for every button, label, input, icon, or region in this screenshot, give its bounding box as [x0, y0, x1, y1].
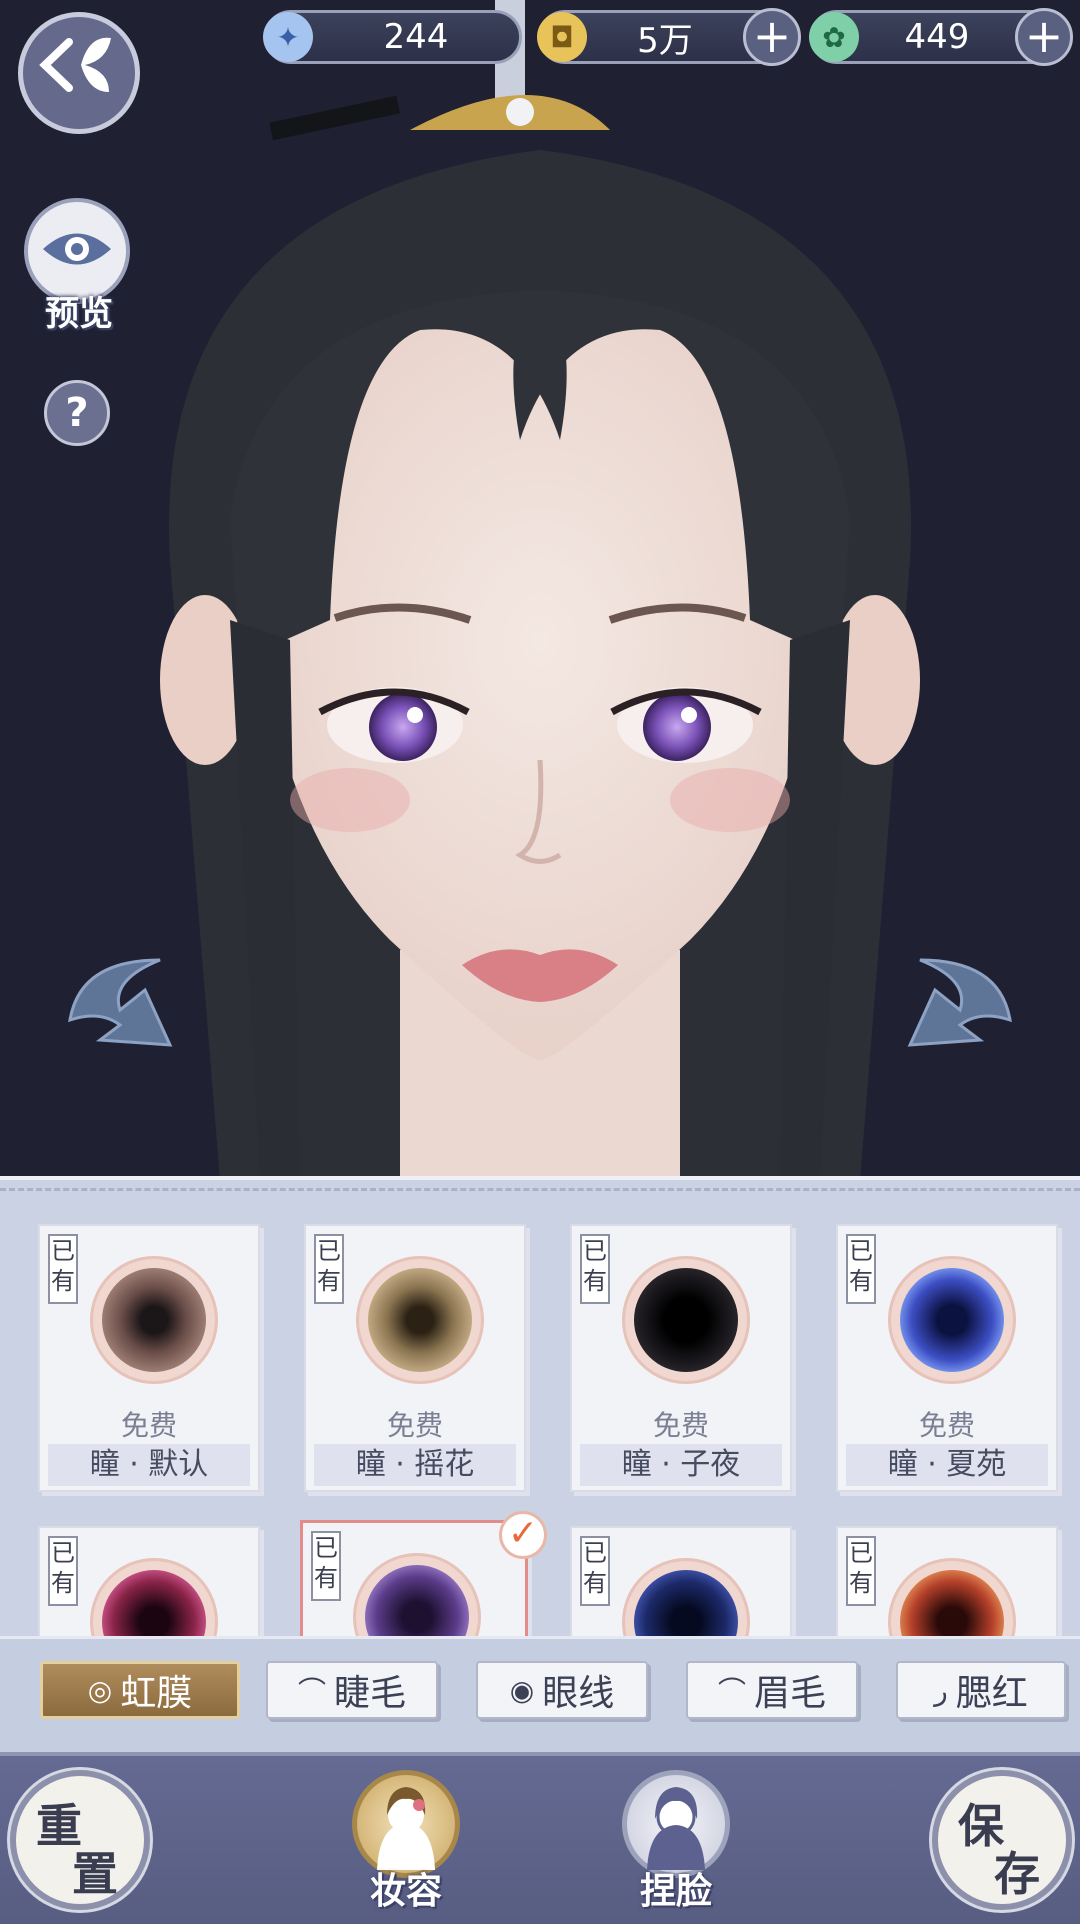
makeup-mode-label: 妆容 — [369, 1871, 442, 1912]
tab-eyeliner[interactable]: ◉ 眼线 — [476, 1661, 648, 1719]
iris-swatch-icon — [365, 1565, 469, 1640]
feather-gem-icon: ✦ — [263, 12, 313, 62]
item-name: 瞳 · 摇花 — [314, 1444, 516, 1486]
tab-label: 眼线 — [542, 1673, 615, 1714]
eyebrow-icon: ⌒ — [717, 1675, 746, 1708]
tab-eyebrow[interactable]: ⌒ 眉毛 — [686, 1661, 858, 1719]
iris-card[interactable]: 已有 — [38, 1526, 260, 1640]
iris-card[interactable]: 已有 免费 瞳 · 默认 — [38, 1224, 260, 1492]
iris-swatch-icon — [900, 1570, 1004, 1640]
eye-icon: ◉ — [509, 1673, 535, 1707]
iris-swatch-icon — [634, 1268, 738, 1372]
tab-iris[interactable]: ◎ 虹膜 — [40, 1661, 240, 1719]
save-char-2: 存 — [994, 1847, 1040, 1901]
owned-tag: 已有 — [580, 1536, 610, 1606]
selected-check-icon: ✓ — [499, 1511, 547, 1559]
iris-item-panel[interactable]: 已有 免费 瞳 · 默认 已有 免费 瞳 · 摇花 已有 免费 瞳 · 子夜 已… — [0, 1176, 1080, 1640]
item-price: 免费 — [386, 1409, 443, 1442]
eyelash-icon: ⌒ — [297, 1675, 326, 1708]
help-button[interactable]: ? — [44, 380, 110, 446]
question-icon: ? — [65, 390, 89, 436]
iris-swatch-icon — [900, 1268, 1004, 1372]
preview-label: 预览 — [45, 294, 113, 334]
tab-blush[interactable]: ر 腮红 — [896, 1661, 1066, 1719]
reset-char-2: 置 — [72, 1847, 118, 1901]
currency-feather: ✦ 244 — [263, 10, 522, 64]
iris-swatch-icon — [102, 1268, 206, 1372]
makeup-woman-icon — [377, 1787, 435, 1870]
owned-tag: 已有 — [311, 1531, 341, 1601]
add-coin-button[interactable]: + — [743, 8, 801, 66]
owned-tag: 已有 — [846, 1536, 876, 1606]
copper-coin-icon: ◘ — [537, 12, 587, 62]
currency-jade: ✿ 449 + — [809, 8, 1073, 66]
currency-jade-value: 449 — [904, 17, 970, 57]
butterfly-back-icon — [39, 30, 119, 116]
item-name: 瞳 · 夏苑 — [846, 1444, 1048, 1486]
iris-swatch-icon — [368, 1268, 472, 1372]
rotate-right-button[interactable] — [890, 950, 1030, 1060]
owned-tag: 已有 — [846, 1234, 876, 1304]
item-name: 瞳 · 默认 — [48, 1444, 250, 1486]
owned-tag: 已有 — [314, 1234, 344, 1304]
item-price: 免费 — [120, 1409, 177, 1442]
currency-feather-value: 244 — [383, 17, 449, 57]
jade-token-icon: ✿ — [809, 12, 859, 62]
item-price: 免费 — [918, 1409, 975, 1442]
tab-label: 睫毛 — [334, 1673, 407, 1714]
makeup-category-tabs: ◎ 虹膜 ⌒ 睫毛 ◉ 眼线 ⌒ 眉毛 ر 腮红 — [0, 1636, 1080, 1755]
tab-label: 腮红 — [955, 1673, 1028, 1714]
owned-tag: 已有 — [48, 1536, 78, 1606]
owned-tag: 已有 — [580, 1234, 610, 1304]
eye-icon — [39, 226, 115, 276]
back-button[interactable] — [18, 12, 140, 134]
currency-coin: ◘ 5万 + — [537, 8, 801, 66]
add-jade-button[interactable]: + — [1015, 8, 1073, 66]
iris-card[interactable]: 已有 免费 瞳 · 子夜 — [570, 1224, 792, 1492]
iris-card[interactable]: 已有 免费 瞳 · 夏苑 — [836, 1224, 1058, 1492]
tab-label: 眉毛 — [754, 1673, 827, 1714]
iris-card[interactable]: 已有 — [570, 1526, 792, 1640]
bottom-bar: 重 置 妆容 捏脸 保 存 — [0, 1752, 1080, 1924]
owned-tag: 已有 — [48, 1234, 78, 1304]
tab-eyelash[interactable]: ⌒ 睫毛 — [266, 1661, 438, 1719]
currency-coin-value: 5万 — [637, 20, 693, 61]
iris-icon: ◎ — [87, 1673, 113, 1707]
iris-card[interactable]: 已有 — [836, 1526, 1058, 1640]
rotate-left-button[interactable] — [50, 950, 190, 1060]
save-button[interactable]: 保 存 — [932, 1770, 1072, 1910]
face-sculpt-icon — [647, 1787, 705, 1870]
tab-label: 虹膜 — [120, 1673, 193, 1714]
reset-button[interactable]: 重 置 — [10, 1770, 150, 1910]
iris-card-selected[interactable]: 已有 ✓ — [300, 1511, 547, 1640]
face-mode-label: 捏脸 — [639, 1871, 712, 1912]
item-price: 免费 — [652, 1409, 709, 1442]
iris-card[interactable]: 已有 免费 瞳 · 摇花 — [304, 1224, 526, 1492]
item-name: 瞳 · 子夜 — [580, 1444, 782, 1486]
blush-icon: ر — [934, 1673, 948, 1707]
iris-swatch-icon — [634, 1570, 738, 1640]
iris-swatch-icon — [102, 1570, 206, 1640]
